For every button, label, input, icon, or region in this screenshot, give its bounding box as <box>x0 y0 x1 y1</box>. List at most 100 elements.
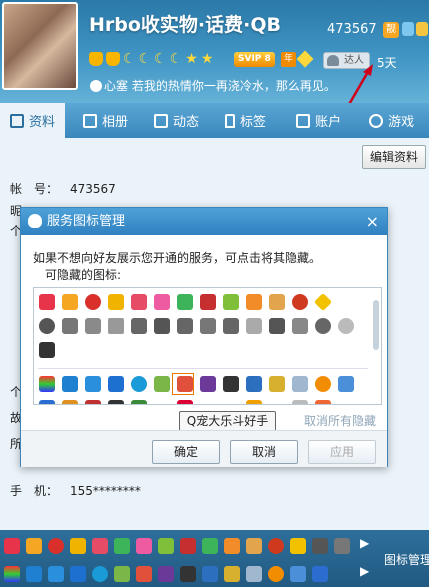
green-diamond-icon[interactable] <box>114 538 130 554</box>
scroll-right-icon[interactable]: ▶ <box>360 564 369 578</box>
tab-album[interactable]: 相册 <box>65 103 138 138</box>
qq-music-icon[interactable] <box>131 376 147 392</box>
signature[interactable]: 心塞 若我的热情你一再浇冷水，那么再见。 <box>90 77 336 94</box>
pet-fight-icon[interactable] <box>136 566 152 582</box>
heart-vip-icon[interactable] <box>4 538 20 554</box>
edit-profile-button[interactable]: 编辑资料 <box>362 145 426 169</box>
gray-diamond-icon[interactable] <box>154 318 170 334</box>
cow-icon[interactable] <box>223 376 239 392</box>
tab-profile[interactable]: 资料 <box>0 103 66 138</box>
orange-circle-icon[interactable] <box>268 566 284 582</box>
tab-feed[interactable]: 动态 <box>138 103 209 138</box>
qq-music-icon[interactable] <box>92 566 108 582</box>
mail-icon[interactable] <box>292 376 308 392</box>
penguin-crown-icon[interactable] <box>62 294 78 310</box>
gray-penguin-icon[interactable] <box>62 318 78 334</box>
diamond-icon <box>296 50 314 68</box>
scrollbar[interactable] <box>373 300 379 350</box>
close-icon[interactable]: × <box>366 208 379 235</box>
qq-show-icon[interactable] <box>85 294 101 310</box>
puzzle-icon[interactable] <box>290 566 306 582</box>
letter-l-icon[interactable] <box>269 376 285 392</box>
gray-diamond-icon[interactable] <box>177 318 193 334</box>
green-diamond-icon[interactable] <box>177 294 193 310</box>
heart-vip-icon[interactable] <box>39 294 55 310</box>
music-player-icon[interactable] <box>85 376 101 392</box>
cow-icon[interactable] <box>180 566 196 582</box>
icon-manage-label[interactable]: 图标管理 <box>384 551 429 568</box>
fire-icon[interactable] <box>292 294 308 310</box>
gray-crown-icon[interactable] <box>85 318 101 334</box>
scroll-right-icon[interactable]: ▶ <box>360 536 369 550</box>
gray-planet-icon[interactable] <box>315 318 331 334</box>
gray-diamond-icon[interactable] <box>269 318 285 334</box>
gray-diamond-icon[interactable] <box>292 318 308 334</box>
cancel-button[interactable]: 取消 <box>230 440 298 464</box>
gray-shield-icon[interactable] <box>39 318 55 334</box>
gray-star-icon[interactable] <box>108 318 124 334</box>
gray-arrow-icon[interactable] <box>200 318 216 334</box>
apply-button[interactable]: 应用 <box>308 440 376 464</box>
yellow-diamond-icon[interactable] <box>313 292 333 312</box>
camera-icon[interactable] <box>26 566 42 582</box>
red-heart-diamond-icon[interactable] <box>200 294 216 310</box>
qq-show-icon[interactable] <box>48 538 64 554</box>
farm-icon[interactable] <box>114 566 130 582</box>
penguin-crown-icon[interactable] <box>26 538 42 554</box>
black-mask-icon[interactable] <box>39 342 55 358</box>
security-icon[interactable] <box>70 566 86 582</box>
gray-diamond-icon[interactable] <box>223 318 239 334</box>
orange-circle-icon[interactable] <box>315 376 331 392</box>
dragon-icon[interactable] <box>200 376 216 392</box>
lime-diamond-icon[interactable] <box>223 294 239 310</box>
blue-icon[interactable] <box>312 566 328 582</box>
red-diamond-icon[interactable] <box>92 538 108 554</box>
gray-diamond-icon[interactable] <box>312 538 328 554</box>
cancel-all-hidden-link[interactable]: 取消所有隐藏 <box>304 412 376 429</box>
lime-diamond-icon[interactable] <box>158 538 174 554</box>
phone-label: 手 机： <box>10 484 59 498</box>
pretty-number-badge: 靓 <box>383 22 399 38</box>
mail-icon[interactable] <box>246 566 262 582</box>
camera-icon[interactable] <box>62 376 78 392</box>
green-diamond-icon[interactable] <box>202 538 218 554</box>
security-icon[interactable] <box>108 376 124 392</box>
puzzle-icon[interactable] <box>338 376 354 392</box>
signature-text: 心塞 若我的热情你一再浇冷水，那么再见。 <box>104 79 336 93</box>
dialog-titlebar[interactable]: 服务图标管理 × <box>21 208 387 235</box>
star-icon: ★ <box>185 51 198 67</box>
letter-l-icon[interactable] <box>224 566 240 582</box>
music-player-icon[interactable] <box>48 566 64 582</box>
pink-diamond-icon[interactable] <box>154 294 170 310</box>
grid-divider <box>38 368 368 369</box>
pink-diamond-icon[interactable] <box>136 538 152 554</box>
ok-button[interactable]: 确定 <box>152 440 220 464</box>
orange-diamond-icon[interactable] <box>246 294 262 310</box>
tab-tags[interactable]: 标签 <box>209 103 276 138</box>
red-heart-diamond-icon[interactable] <box>180 538 196 554</box>
gray-cloud-icon[interactable] <box>338 318 354 334</box>
app-icon[interactable] <box>4 566 20 582</box>
gray-book-icon[interactable] <box>246 318 262 334</box>
gray-diamond-icon[interactable] <box>131 318 147 334</box>
icon-grid <box>33 287 382 405</box>
app-icon[interactable] <box>39 376 55 392</box>
moon-icon: ☾ <box>123 51 136 67</box>
gold-diamond-icon[interactable] <box>70 538 86 554</box>
yellow-diamond-icon[interactable] <box>290 538 306 554</box>
t-shield-icon[interactable] <box>202 566 218 582</box>
tab-game[interactable]: 游戏 <box>351 103 424 138</box>
dragon-icon[interactable] <box>158 566 174 582</box>
farm-icon[interactable] <box>154 376 170 392</box>
gray-penguin-icon[interactable] <box>334 538 350 554</box>
avatar[interactable] <box>2 2 78 90</box>
red-diamond-icon[interactable] <box>131 294 147 310</box>
music-icon[interactable] <box>269 294 285 310</box>
fire-icon[interactable] <box>268 538 284 554</box>
tab-account[interactable]: 账户 <box>276 103 351 138</box>
music-icon[interactable] <box>246 538 262 554</box>
orange-diamond-icon[interactable] <box>224 538 240 554</box>
svip-badge[interactable]: SVIP 8 <box>234 52 275 67</box>
gold-diamond-icon[interactable] <box>108 294 124 310</box>
t-shield-icon[interactable] <box>246 376 262 392</box>
